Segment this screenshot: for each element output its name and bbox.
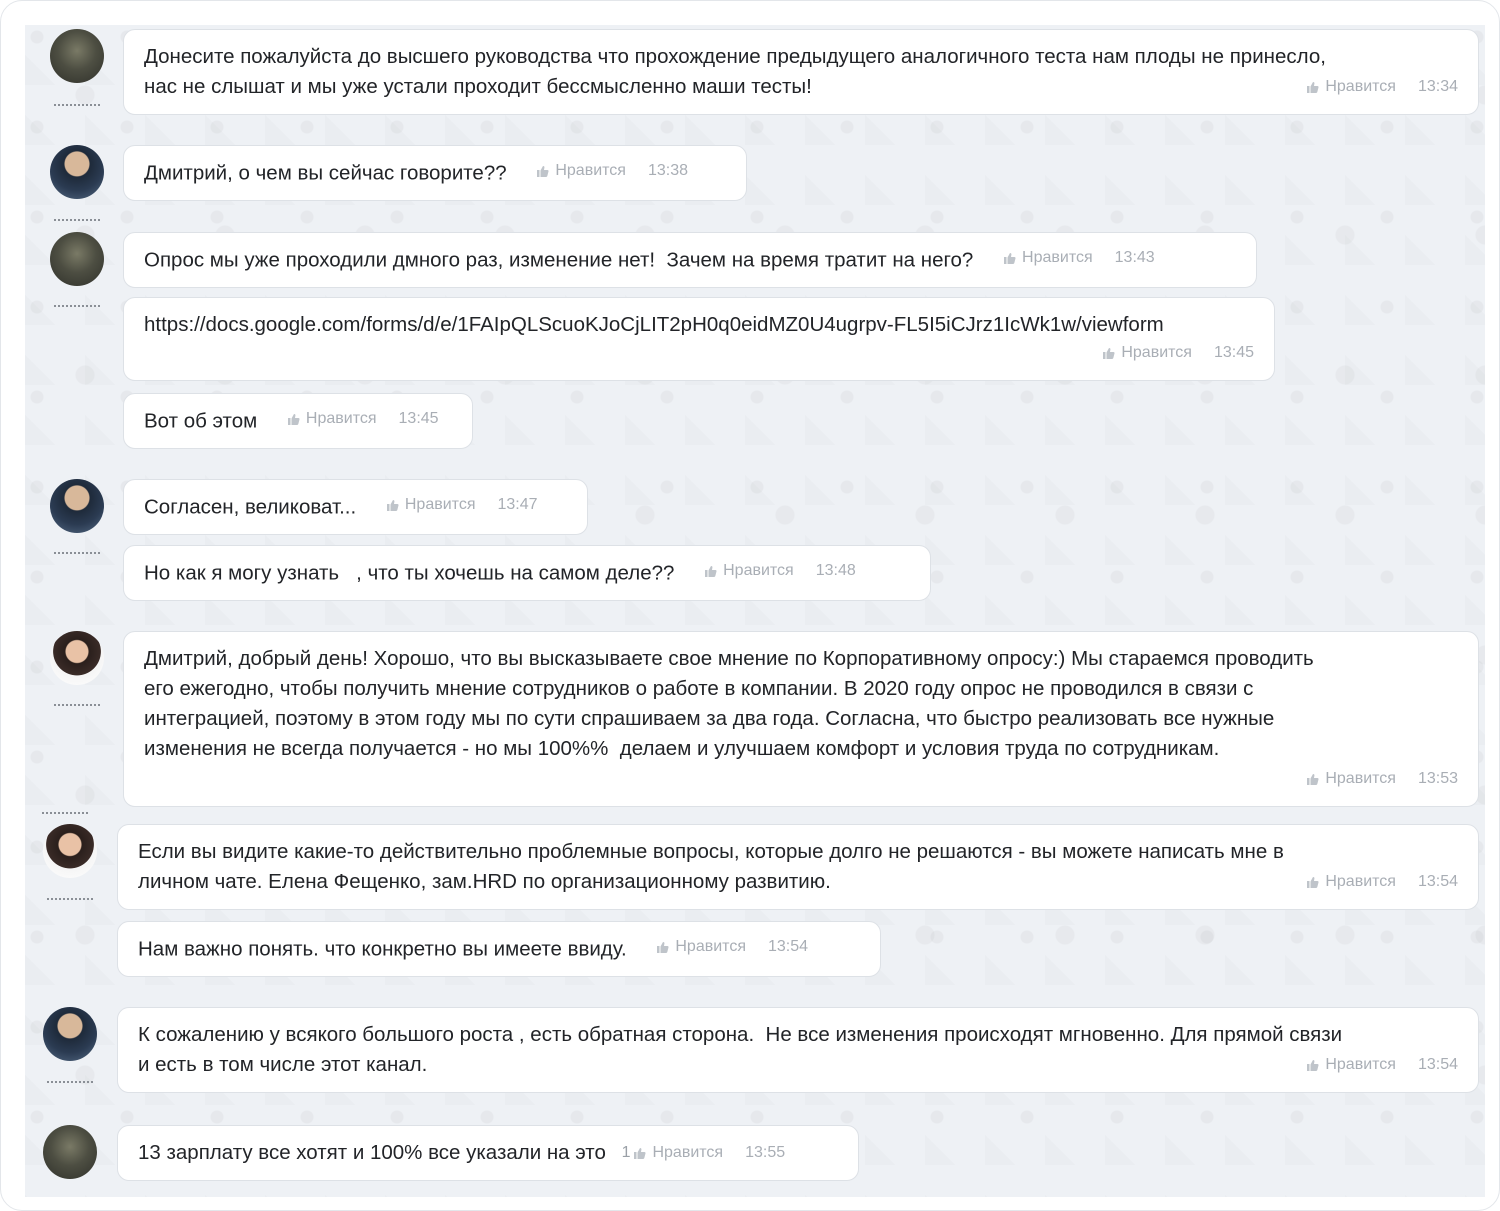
thumbs-up-icon[interactable] [1306,81,1319,94]
like-button[interactable]: Нравится [1022,243,1093,273]
like-button[interactable]: Нравится [723,556,794,586]
like-count: 1 [621,1144,631,1161]
message-meta: Нравится 13:54 [1306,867,1458,897]
message-text: Дмитрий, добрый день! Хорошо, что вы выс… [144,647,1314,760]
avatar[interactable] [43,1125,97,1179]
like-button[interactable]: Нравится [652,1138,723,1168]
message-time: 13:45 [1213,344,1254,361]
message-time: 13:48 [815,562,856,579]
message-text: Дмитрий, о чем вы сейчас говорите?? [144,161,507,185]
like-button[interactable]: Нравится [555,156,626,186]
avatar-name-label [40,897,100,901]
avatar[interactable] [50,631,104,685]
thumbs-up-icon[interactable] [633,1147,647,1160]
message-time: 13:45 [398,410,439,427]
thumbs-up-icon[interactable] [386,499,399,512]
message-time: 13:55 [745,1144,786,1161]
like-button[interactable]: Нравится [1325,867,1396,897]
message-bubble[interactable]: 13 зарплату все хотят и 100% все указали… [117,1125,859,1181]
avatar-name-label [40,1080,100,1084]
message-bubble[interactable]: Но как я могу узнать , что ты хочешь на … [123,545,931,601]
message-time: 13:54 [767,938,809,955]
thumbs-up-icon[interactable] [1102,347,1115,360]
avatar-name-label [35,811,95,815]
message-time: 13:34 [1417,78,1458,95]
avatar[interactable] [50,145,104,199]
message-meta: Нравится 13:54 [656,932,808,962]
thumbs-up-icon[interactable] [1306,773,1319,786]
avatar[interactable] [50,232,104,286]
message-text: К сожалению у всякого большого роста , е… [138,1023,1343,1076]
message-text: Если вы видите какие-то действительно пр… [138,840,1284,893]
thumbs-up-icon[interactable] [704,565,717,578]
avatar[interactable] [50,479,104,533]
message-bubble[interactable]: Дмитрий, добрый день! Хорошо, что вы выс… [123,631,1479,807]
like-button[interactable]: Нравится [306,404,377,434]
like-button[interactable]: Нравится [405,490,476,520]
message-meta: 1 Нравится 13:55 [622,1138,786,1168]
like-button[interactable]: Нравится [1121,338,1192,368]
avatar-name-label [47,103,107,107]
message-meta: Нравится 13:45 [287,404,439,434]
message-meta: Нравится 13:34 [1306,72,1458,102]
like-button[interactable]: Нравится [1325,764,1396,794]
message-bubble[interactable]: Нам важно понять. что конкретно вы имеет… [117,921,881,977]
message-meta: Нравится 13:53 [1306,764,1458,794]
avatar-name-label [47,703,107,707]
chat-feed[interactable]: Донесите пожалуйста до высшего руководст… [25,25,1485,1197]
message-text: Нам важно понять. что конкретно вы имеет… [138,937,627,961]
message-bubble[interactable]: Донесите пожалуйста до высшего руководст… [123,29,1479,115]
like-button[interactable]: Нравится [675,932,746,962]
message-time: 13:53 [1417,770,1458,787]
avatar-name-label [47,304,107,308]
avatar[interactable] [50,29,104,83]
thumbs-up-icon[interactable] [1003,252,1016,265]
message-meta: Нравится 13:54 [1306,1050,1458,1080]
message-bubble[interactable]: Опрос мы уже проходили дмного раз, измен… [123,232,1257,288]
message-text: Опрос мы уже проходили дмного раз, измен… [144,248,974,272]
thumbs-up-icon[interactable] [536,165,549,178]
message-time: 13:38 [647,162,688,179]
message-text: Вот об этом [144,409,258,433]
message-text: Донесите пожалуйста до высшего руководст… [144,45,1326,98]
message-meta: Нравится 13:38 [536,156,688,186]
message-link[interactable]: https://docs.google.com/forms/d/e/1FAIpQ… [144,310,1254,340]
message-text: Согласен, великоват... [144,495,357,519]
message-bubble[interactable]: Вот об этом Нравится 13:45 [123,393,473,449]
avatar-name-label [47,218,107,222]
thumbs-up-icon[interactable] [656,941,669,954]
message-time: 13:47 [497,496,538,513]
message-meta: Нравится 13:48 [704,556,856,586]
message-bubble[interactable]: Если вы видите какие-то действительно пр… [117,824,1479,910]
avatar[interactable] [43,1007,97,1061]
message-bubble[interactable]: К сожалению у всякого большого роста , е… [117,1007,1479,1093]
message-time: 13:43 [1114,249,1155,266]
like-button[interactable]: Нравится [1325,1050,1396,1080]
thumbs-up-icon[interactable] [1306,1059,1319,1072]
message-time: 13:54 [1417,873,1458,890]
chat-window: Донесите пожалуйста до высшего руководст… [0,0,1500,1211]
message-meta: Нравится 13:47 [386,490,538,520]
message-bubble[interactable]: Согласен, великоват... Нравится 13:47 [123,479,588,535]
message-text: Но как я могу узнать , что ты хочешь на … [144,561,675,585]
message-text: 13 зарплату все хотят и 100% все указали… [138,1141,606,1164]
like-button[interactable]: Нравится [1325,72,1396,102]
message-bubble[interactable]: Дмитрий, о чем вы сейчас говорите?? Нрав… [123,145,747,201]
message-time: 13:54 [1417,1056,1458,1073]
thumbs-up-icon[interactable] [287,413,300,426]
message-meta: Нравится 13:43 [1003,243,1155,273]
avatar[interactable] [43,824,97,878]
message-bubble[interactable]: https://docs.google.com/forms/d/e/1FAIpQ… [123,297,1275,381]
message-meta: Нравится 13:45 [1102,338,1254,368]
thumbs-up-icon[interactable] [1306,876,1319,889]
avatar-name-label [47,551,107,555]
